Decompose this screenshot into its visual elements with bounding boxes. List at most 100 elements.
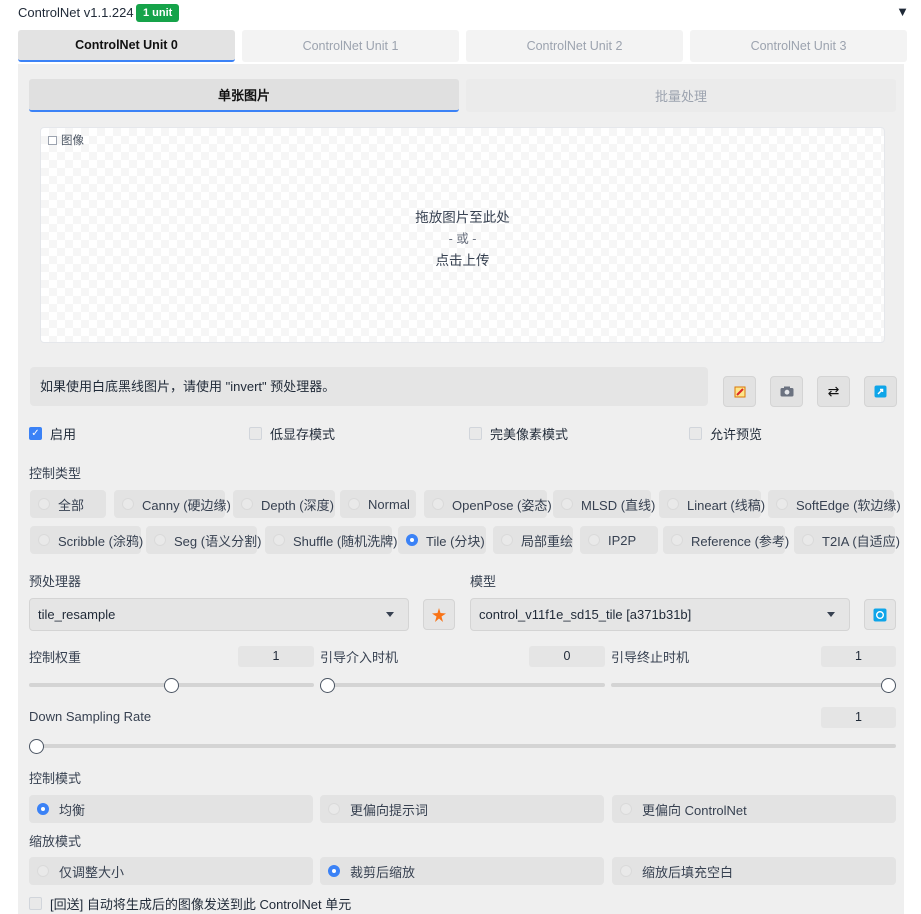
control-type-option-label: T2IA (自适应) <box>822 533 901 549</box>
control-type-option-4[interactable]: 局部重绘 <box>493 526 573 554</box>
radio-icon <box>406 534 418 546</box>
resize-mode-option-2[interactable]: 缩放后填充空白 <box>612 857 896 885</box>
control-type-option-6[interactable]: Lineart (线稿) <box>659 490 765 518</box>
chevron-down-icon <box>386 612 394 617</box>
invert-hint: 如果使用白底黑线图片，请使用 "invert" 预处理器。 <box>30 367 708 406</box>
control-mode-option-2[interactable]: 更偏向 ControlNet <box>612 795 896 823</box>
start-slider-thumb[interactable] <box>320 678 335 693</box>
radio-icon <box>588 534 600 546</box>
control-mode-option-label: 更偏向 ControlNet <box>642 802 747 818</box>
control-type-option-label: Scribble (涂鸦) <box>58 533 144 549</box>
control-type-option-7[interactable]: T2IA (自适应) <box>794 526 900 554</box>
app-title: ControlNet v1.1.224 <box>18 5 134 20</box>
weight-label: 控制权重 <box>29 650 82 665</box>
chevron-down-icon <box>827 612 835 617</box>
control-type-option-label: 全部 <box>58 497 85 513</box>
unit-count-badge: 1 unit <box>136 4 180 22</box>
run-preprocessor-icon[interactable] <box>423 599 455 630</box>
collapse-icon[interactable]: ▼ <box>896 4 909 19</box>
model-value: control_v11f1e_sd15_tile [a371b31b] <box>479 607 692 622</box>
radio-icon <box>328 803 340 815</box>
lowvram-checkbox[interactable]: 低显存模式 <box>249 424 335 443</box>
radio-icon <box>38 534 50 546</box>
radio-icon <box>328 865 340 877</box>
control-type-option-0[interactable]: Scribble (涂鸦) <box>30 526 144 554</box>
control-type-option-3[interactable]: Tile (分块) <box>398 526 486 554</box>
end-slider-track[interactable] <box>611 683 896 687</box>
tab-unit-3[interactable]: ControlNet Unit 3 <box>690 30 907 62</box>
radio-icon <box>37 803 49 815</box>
resize-mode-option-label: 仅调整大小 <box>59 864 125 880</box>
radio-icon <box>273 534 285 546</box>
control-type-option-label: Canny (硬边缘) <box>142 497 231 513</box>
weight-slider-thumb[interactable] <box>164 678 179 693</box>
control-mode-option-label: 均衡 <box>59 802 86 818</box>
radio-icon <box>667 498 679 510</box>
control-type-option-5[interactable]: IP2P <box>580 526 658 554</box>
control-type-option-1[interactable]: Canny (硬边缘) <box>114 490 231 518</box>
radio-icon <box>561 498 573 510</box>
control-type-label: 控制类型 <box>29 466 82 481</box>
drop-text-upload[interactable]: 点击上传 <box>40 249 885 269</box>
control-mode-option-1[interactable]: 更偏向提示词 <box>320 795 604 823</box>
send-icon[interactable] <box>864 376 897 407</box>
refresh-icon[interactable] <box>864 599 896 630</box>
image-label-text: 图像 <box>61 135 84 147</box>
control-type-option-label: Seg (语义分割) <box>174 533 262 549</box>
tab-unit-0[interactable]: ControlNet Unit 0 <box>18 30 235 62</box>
control-type-option-label: Lineart (线稿) <box>687 497 766 513</box>
enable-checkbox[interactable]: ✓ 启用 <box>29 424 76 443</box>
control-type-option-label: Depth (深度) <box>261 497 334 513</box>
allow-preview-checkbox[interactable]: 允许预览 <box>689 424 762 443</box>
preprocessor-select[interactable]: tile_resample <box>29 598 409 631</box>
down-sampling-thumb[interactable] <box>29 739 44 754</box>
control-type-option-1[interactable]: Seg (语义分割) <box>146 526 261 554</box>
radio-icon <box>154 534 166 546</box>
down-sampling-input[interactable]: 1 <box>821 707 896 728</box>
control-type-option-6[interactable]: Reference (参考) <box>663 526 789 554</box>
end-input[interactable]: 1 <box>821 646 896 667</box>
edit-icon[interactable] <box>723 376 756 407</box>
end-slider-thumb[interactable] <box>881 678 896 693</box>
camera-icon[interactable] <box>770 376 803 407</box>
lowvram-label: 低显存模式 <box>270 427 336 442</box>
control-type-option-2[interactable]: Depth (深度) <box>233 490 335 518</box>
resize-mode-option-label: 裁剪后缩放 <box>350 864 416 880</box>
model-select[interactable]: control_v11f1e_sd15_tile [a371b31b] <box>470 598 850 631</box>
control-type-option-label: SoftEdge (软边缘) <box>796 497 901 513</box>
control-type-option-3[interactable]: Normal <box>340 490 416 518</box>
pixel-perfect-checkbox[interactable]: 完美像素模式 <box>469 424 568 443</box>
control-mode-label: 控制模式 <box>29 771 82 786</box>
tab-unit-2[interactable]: ControlNet Unit 2 <box>466 30 683 62</box>
control-type-option-2[interactable]: Shuffle (随机洗牌) <box>265 526 398 554</box>
weight-input[interactable]: 1 <box>238 646 314 667</box>
down-sampling-track[interactable] <box>29 744 896 748</box>
resize-mode-label: 缩放模式 <box>29 834 82 849</box>
resize-mode-option-0[interactable]: 仅调整大小 <box>29 857 313 885</box>
resize-mode-option-1[interactable]: 裁剪后缩放 <box>320 857 604 885</box>
preprocessor-value: tile_resample <box>38 607 116 622</box>
tab-unit-1[interactable]: ControlNet Unit 1 <box>242 30 459 62</box>
tab-batch[interactable]: 批量处理 <box>466 79 896 112</box>
radio-icon <box>432 498 444 510</box>
start-input[interactable]: 0 <box>529 646 605 667</box>
radio-icon <box>620 865 632 877</box>
radio-icon <box>802 534 814 546</box>
swap-icon[interactable]: ⇄ <box>817 376 850 407</box>
radio-icon <box>776 498 788 510</box>
model-label: 模型 <box>470 574 497 589</box>
start-slider-track[interactable] <box>320 683 605 687</box>
tab-single-image[interactable]: 单张图片 <box>29 79 459 112</box>
control-type-option-label: Tile (分块) <box>426 533 485 549</box>
radio-icon <box>37 865 49 877</box>
loopback-checkbox[interactable]: [回送] 自动将生成后的图像发送到此 ControlNet 单元 <box>29 894 351 913</box>
control-mode-option-label: 更偏向提示词 <box>350 802 429 818</box>
control-type-option-7[interactable]: SoftEdge (软边缘) <box>768 490 901 518</box>
start-label: 引导介入时机 <box>320 650 399 665</box>
control-type-option-0[interactable]: 全部 <box>30 490 106 518</box>
control-type-option-4[interactable]: OpenPose (姿态) <box>424 490 552 518</box>
control-type-option-5[interactable]: MLSD (直线) <box>553 490 655 518</box>
loopback-label: [回送] 自动将生成后的图像发送到此 ControlNet 单元 <box>50 897 352 912</box>
radio-icon <box>671 534 683 546</box>
control-mode-option-0[interactable]: 均衡 <box>29 795 313 823</box>
